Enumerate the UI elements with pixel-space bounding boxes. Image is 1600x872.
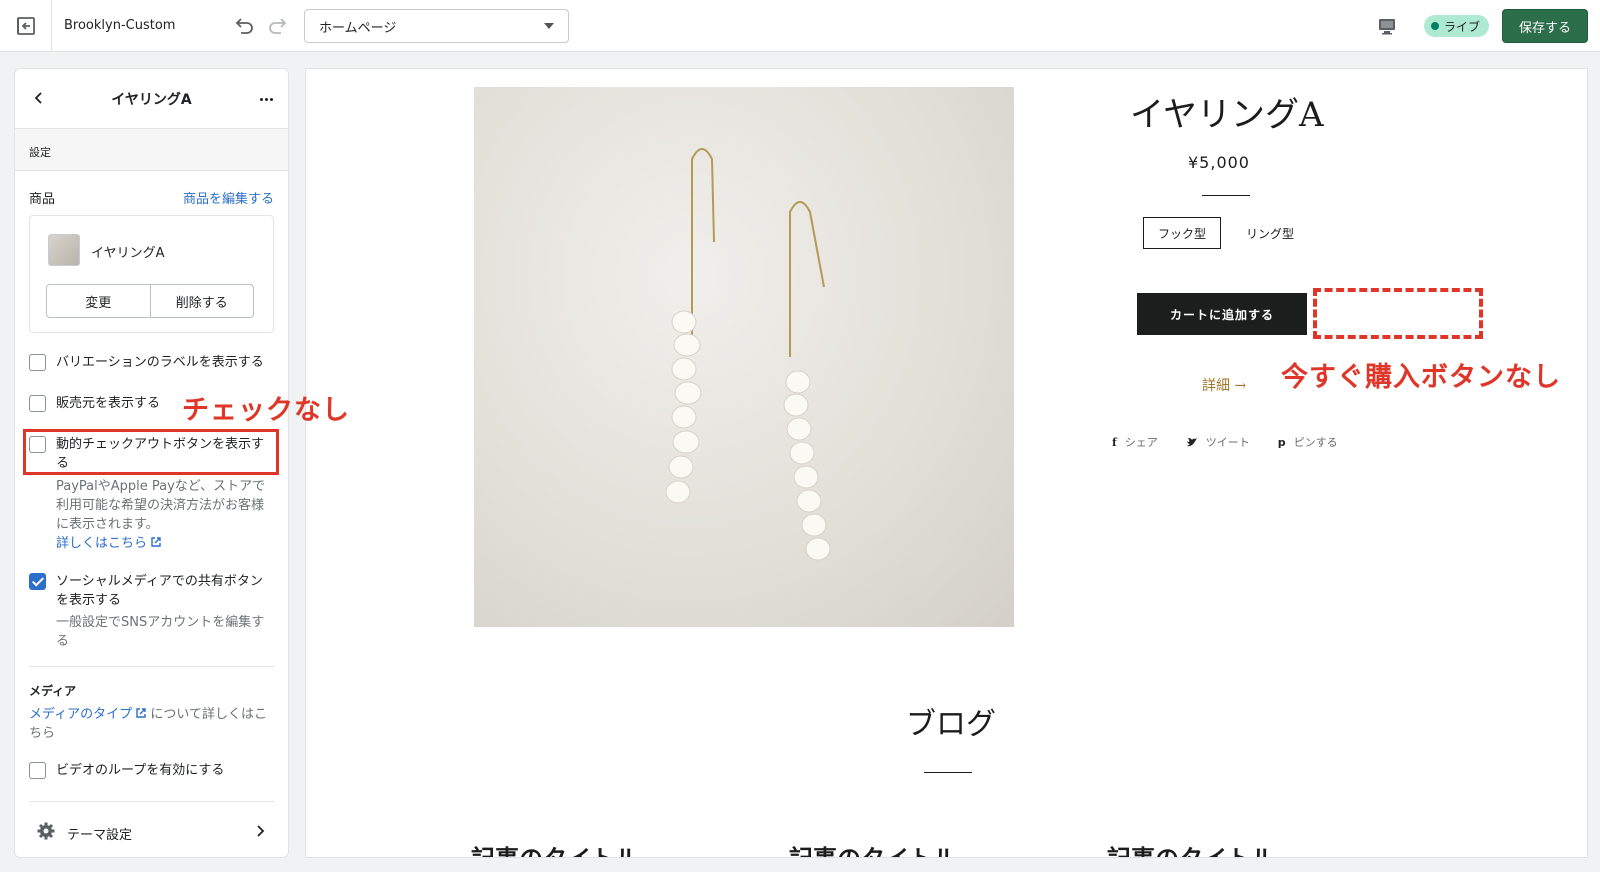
details-link[interactable]: 詳細 → [1202,375,1246,395]
divider [29,666,274,667]
live-status-badge: ライブ [1424,15,1490,37]
option-label: バリエーションのラベルを表示する [56,355,264,370]
learn-more-link[interactable]: 詳しくはこちら [56,536,161,551]
blog-section-title: ブログ [906,707,996,742]
more-actions-button[interactable] [256,89,276,109]
theme-name: Brooklyn-Custom [64,18,176,33]
annotation-highlight-box [23,429,279,475]
social-share-option[interactable]: ソーシャルメディアでの共有ボタンを表示する [29,572,274,610]
article-title[interactable]: 記事のタイトル [471,839,639,857]
divider [1202,195,1250,196]
social-help: 一般設定でSNSアカウントを編集する [56,615,265,649]
annotation-no-buy-now: 今すぐ購入ボタンなし [1281,362,1561,393]
more-dots-icon [259,97,263,101]
live-dot-icon [1431,22,1439,30]
divider [924,772,972,773]
caret-down-icon [544,23,554,29]
pin-label: ピンする [1293,436,1338,449]
share-facebook-button[interactable]: f シェア [1112,434,1158,450]
share-label: シェア [1124,436,1158,449]
storefront-preview: イヤリングA ¥5,000 フック型 リング型 カートに追加する 詳細 → fシ… [305,68,1588,858]
share-twitter-button[interactable]: ツイート [1186,434,1250,450]
desktop-preview-button[interactable] [1376,15,1398,37]
variant-labels-option[interactable]: バリエーションのラベルを表示する [29,353,274,372]
save-button[interactable]: 保存する [1502,9,1588,43]
learn-more-text: 詳しくはこちら [56,536,148,551]
settings-body: 商品 商品を編集する イヤリングA 変更 削除する バリエーションのラベルを表示… [15,188,288,780]
checkbox[interactable] [29,762,46,779]
checkbox[interactable] [29,573,46,590]
desktop-icon [1379,19,1395,35]
exit-editor-button[interactable] [0,0,52,52]
media-type-text: メディアのタイプ [29,707,133,722]
option-label: 販売元を表示する [56,396,161,411]
live-label: ライブ [1444,19,1481,34]
product-image [474,87,1014,627]
add-to-cart-button[interactable]: カートに追加する [1137,293,1307,335]
media-help: メディアのタイプ について詳しくはこちら [29,705,274,743]
product-name: イヤリングA [91,246,165,261]
media-type-link[interactable]: メディアのタイプ [29,707,146,722]
checkbox[interactable] [29,354,46,371]
external-link-icon [136,708,146,718]
sidebar-header: イヤリングA [15,69,288,129]
exit-icon [16,17,35,35]
annotation-missing-button-box [1313,288,1483,339]
settings-section-label: 設定 [15,129,288,171]
redo-icon [269,18,287,34]
variant-option-ring[interactable]: リング型 [1231,217,1309,249]
theme-settings-label: テーマ設定 [67,828,133,843]
tweet-label: ツイート [1205,436,1250,449]
option-label: ビデオのループを有効にする [56,763,225,778]
social-share-row: f シェア ツイート p ピンする [1112,434,1338,450]
page-selector-value: ホームページ [319,20,397,36]
pinterest-icon: p [1277,435,1286,449]
product-button-group: 変更 削除する [46,284,254,318]
editor-topbar: Brooklyn-Custom ホームページ ライブ 保存する [0,0,1600,52]
product-title: イヤリングA [1130,95,1324,135]
undo-icon [235,18,253,34]
gear-icon [37,822,55,840]
facebook-icon: f [1112,435,1117,449]
twitter-icon [1186,437,1197,446]
variant-option-hook[interactable]: フック型 [1143,217,1221,249]
article-title[interactable]: 記事のタイトル [1107,839,1275,857]
media-title: メディア [29,684,77,698]
product-label: 商品 [29,192,56,207]
edit-product-link[interactable]: 商品を編集する [183,188,274,207]
option-label: ソーシャルメディアでの共有ボタンを表示する [56,574,263,608]
help-text: PayPalやApple Payなど、ストアで利用可能な希望の決済方法がお客様に… [56,479,266,532]
product-label-row: 商品 商品を編集する [29,188,274,207]
page-selector[interactable]: ホームページ [304,9,569,43]
checkbox[interactable] [29,395,46,412]
article-title[interactable]: 記事のタイトル [789,839,957,857]
chevron-right-icon [257,825,265,837]
annotation-no-check: チェックなし [182,395,350,426]
product-card: イヤリングA 変更 削除する [29,215,274,333]
product-thumbnail [48,234,80,266]
theme-settings-link[interactable]: テーマ設定 [29,801,274,857]
dynamic-checkout-help: PayPalやApple Payなど、ストアで利用可能な希望の決済方法がお客様に… [29,477,274,553]
product-price: ¥5,000 [1188,153,1250,172]
redo-button[interactable] [266,14,290,38]
section-title: イヤリングA [111,92,192,108]
external-link-icon [151,537,161,547]
video-loop-option[interactable]: ビデオのループを有効にする [29,761,274,780]
earrings-illustration [665,148,831,561]
undo-button[interactable] [232,14,256,38]
change-button[interactable]: 変更 [47,285,150,317]
delete-button[interactable]: 削除する [149,285,254,317]
share-pinterest-button[interactable]: p ピンする [1278,434,1338,450]
